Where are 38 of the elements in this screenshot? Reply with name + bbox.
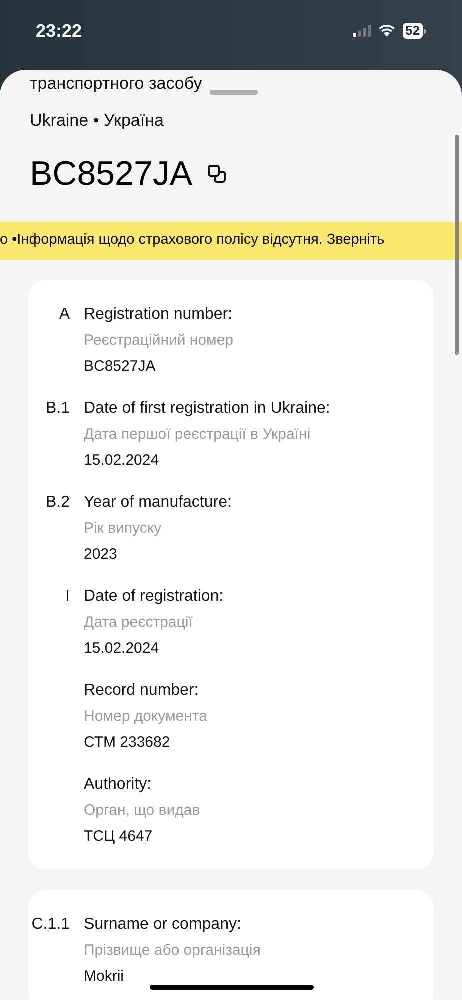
field-label: Record number:: [84, 680, 199, 700]
field-label-ukrainian: Орган, що видав: [84, 800, 200, 820]
field-code: A: [59, 304, 70, 324]
field-value: BC8527JA: [84, 356, 156, 376]
field-label: Date of first registration in Ukraine:: [84, 398, 330, 418]
notice-text: о •Інформація щодо страхового полісу відсутня. Зверніть: [0, 230, 385, 250]
field-label: Registration number:: [84, 304, 233, 324]
field-label-ukrainian: Реєстраційний номер: [84, 330, 234, 350]
field-value: ТСЦ 4647: [84, 826, 153, 846]
field-value: 2023: [84, 544, 118, 564]
field-label-ukrainian: Дата першої реєстрації в Україні: [84, 424, 311, 444]
field-code: I: [66, 586, 70, 606]
field-value: Mokrii: [84, 966, 124, 986]
copy-icon[interactable]: [206, 164, 227, 184]
field-label-ukrainian: Номер документа: [84, 706, 208, 726]
field-label-ukrainian: Прізвище або організація: [84, 940, 261, 960]
plate-number: BC8527JA: [30, 154, 193, 194]
field-value: 15.02.2024: [84, 450, 160, 470]
field-code: B.2: [46, 492, 70, 512]
home-indicator[interactable]: [150, 985, 314, 990]
battery-icon: 52: [402, 23, 426, 39]
scrollbar[interactable]: [455, 135, 459, 355]
wifi-icon: [378, 25, 395, 37]
field-label: Date of registration:: [84, 586, 224, 606]
field-label: Surname or company:: [84, 914, 242, 934]
field-code: B.1: [46, 398, 70, 418]
clock-time: 23:22: [36, 20, 82, 42]
field-label: Authority:: [84, 774, 152, 794]
drag-handle[interactable]: [210, 90, 258, 95]
field-value: 15.02.2024: [84, 638, 160, 658]
field-value: СТМ 233682: [84, 732, 170, 752]
field-label-ukrainian: Рік випуску: [84, 518, 162, 538]
field-label: Year of manufacture:: [84, 492, 232, 512]
sheet-title: транспортного засобу: [30, 73, 202, 94]
field-code: C.1.1: [32, 914, 70, 934]
signal-icon: [352, 25, 371, 37]
field-label-ukrainian: Дата реєстрації: [84, 612, 193, 632]
country-label: Ukraine • Україна: [29, 110, 165, 132]
